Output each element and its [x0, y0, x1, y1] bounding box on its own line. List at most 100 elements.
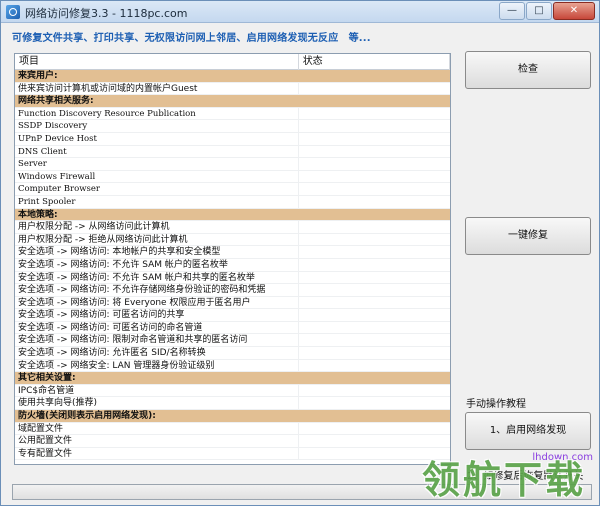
category-row[interactable]: 其它相关设置:	[15, 372, 450, 385]
item-status	[299, 297, 450, 309]
list-item[interactable]: 用户权限分配 -> 拒绝从网络访问此计算机	[15, 233, 450, 247]
list-item[interactable]: 使用共享向导(推荐)	[15, 397, 450, 411]
list-item[interactable]: 安全选项 -> 网络访问: 允许匿名 SID/名称转换	[15, 347, 450, 360]
check-button[interactable]: 检查	[465, 51, 591, 89]
item-label: 安全选项 -> 网络访问: 可匿名访问的命名管道	[15, 321, 299, 334]
one-click-repair-button[interactable]: 一键修复	[465, 217, 591, 255]
manual-tutorial-label: 手动操作教程	[466, 399, 526, 410]
item-status	[299, 435, 450, 447]
item-status	[299, 108, 450, 120]
minimize-icon[interactable]: —	[499, 2, 525, 20]
item-label: Windows Firewall	[15, 170, 299, 183]
app-window: 网络访问修复3.3 - 1118pc.com — □ ✕ 可修复文件共享、打印共…	[0, 0, 600, 506]
item-label: IPC$命名管道	[15, 384, 299, 397]
item-label: 安全选项 -> 网络访问: 不允许 SAM 帐户和共享的匿名枚举	[15, 271, 299, 284]
item-label: DNS Client	[15, 145, 299, 158]
list-item[interactable]: 安全选项 -> 网络访问: 不允许存储网络身份验证的密码和凭据	[15, 284, 450, 297]
item-status	[299, 133, 450, 145]
item-label: 安全选项 -> 网络访问: 允许匿名 SID/名称转换	[15, 347, 299, 359]
enable-network-discovery-button[interactable]: 1、启用网络发现	[465, 412, 591, 450]
list-item[interactable]: 专有配置文件	[15, 447, 450, 461]
category-row[interactable]: 网络共享相关服务:	[15, 95, 450, 108]
item-label: 供来宾访问计算机或访问域的内置帐户Guest	[15, 82, 299, 95]
item-label: Print Spooler	[15, 195, 299, 208]
item-status	[299, 259, 450, 271]
item-label: 安全选项 -> 网络访问: 不允许存储网络身份验证的密码和凭据	[15, 284, 299, 296]
list-item[interactable]: SSDP Discovery	[15, 120, 450, 133]
item-label: 安全选项 -> 网络安全: LAN 管理器身份验证级别	[15, 359, 299, 372]
category-row[interactable]: 本地策略:	[15, 208, 450, 222]
item-label: 用户权限分配 -> 从网络访问此计算机	[15, 221, 299, 233]
list-item[interactable]: 安全选项 -> 网络访问: 不允许 SAM 帐户和共享的匿名枚举	[15, 271, 450, 285]
list-item[interactable]: Server	[15, 158, 450, 171]
item-status	[299, 347, 450, 359]
app-network-icon	[6, 5, 20, 19]
item-status	[299, 385, 450, 397]
list-item[interactable]: 安全选项 -> 网络访问: 限制对命名管道和共享的匿名访问	[15, 334, 450, 348]
item-status	[299, 95, 450, 107]
list-item[interactable]: 安全选项 -> 网络访问: 本地帐户的共享和安全模型	[15, 246, 450, 259]
item-status	[299, 284, 450, 296]
list-item[interactable]: 用户权限分配 -> 从网络访问此计算机	[15, 221, 450, 234]
item-label: 来宾用户:	[15, 70, 299, 82]
list-item[interactable]: DNS Client	[15, 145, 450, 159]
list-item[interactable]: Computer Browser	[15, 183, 450, 196]
item-label: 防火墙(关闭则表示启用网络发现):	[15, 410, 299, 422]
item-status	[299, 397, 450, 409]
list-item[interactable]: IPC$命名管道	[15, 384, 450, 398]
list-item[interactable]: 供来宾访问计算机或访问域的内置帐户Guest	[15, 82, 450, 96]
item-label: 安全选项 -> 网络访问: 不允许 SAM 帐户的匿名枚举	[15, 258, 299, 271]
list-item[interactable]: 公用配置文件	[15, 435, 450, 448]
item-label: 安全选项 -> 网络访问: 将 Everyone 权限应用于匿名用户	[15, 296, 299, 309]
category-row[interactable]: 防火墙(关闭则表示启用网络发现):	[15, 410, 450, 423]
list-item[interactable]: 安全选项 -> 网络访问: 可匿名访问的共享	[15, 309, 450, 322]
item-label: Server	[15, 158, 299, 170]
feature-description: 可修复文件共享、打印共享、无权限访问网上邻居、启用网络发现无反应 等...	[12, 33, 371, 44]
list-item[interactable]: UPnP Device Host	[15, 132, 450, 146]
item-status	[299, 120, 450, 132]
item-label: 域配置文件	[15, 422, 299, 435]
item-label: 安全选项 -> 网络访问: 可匿名访问的共享	[15, 309, 299, 321]
item-status	[299, 272, 450, 284]
list-item[interactable]: Print Spooler	[15, 195, 450, 209]
close-icon[interactable]: ✕	[553, 2, 595, 20]
list-item[interactable]: 域配置文件	[15, 422, 450, 436]
list-item[interactable]: Windows Firewall	[15, 170, 450, 184]
item-label: 使用共享向导(推荐)	[15, 397, 299, 410]
item-status	[299, 334, 450, 346]
item-label: 用户权限分配 -> 拒绝从网络访问此计算机	[15, 233, 299, 246]
column-header-status[interactable]: 状态	[299, 54, 450, 70]
category-row[interactable]: 来宾用户:	[15, 70, 450, 83]
item-label: SSDP Discovery	[15, 120, 299, 132]
item-status	[299, 171, 450, 183]
item-status	[299, 423, 450, 435]
item-label: UPnP Device Host	[15, 132, 299, 145]
item-status	[299, 234, 450, 246]
item-status	[299, 410, 450, 422]
check-item-list[interactable]: 项目 状态 来宾用户: 供来宾访问计算机或访问域的内置帐户Guest 网络共享相关服…	[14, 53, 451, 465]
item-label: 其它相关设置:	[15, 372, 299, 384]
list-item[interactable]: 安全选项 -> 网络访问: 将 Everyone 权限应用于匿名用户	[15, 296, 450, 310]
item-status	[299, 196, 450, 208]
item-status	[299, 309, 450, 321]
maximize-icon[interactable]: □	[526, 2, 552, 20]
title-bar[interactable]: 网络访问修复3.3 - 1118pc.com — □ ✕	[1, 1, 599, 23]
window-title: 网络访问修复3.3 - 1118pc.com	[25, 7, 188, 20]
item-label: 网络共享相关服务:	[15, 95, 299, 107]
item-status	[299, 158, 450, 170]
item-label: Computer Browser	[15, 183, 299, 195]
list-item[interactable]: Function Discovery Resource Publication	[15, 107, 450, 121]
item-status	[299, 70, 450, 82]
list-item[interactable]: 安全选项 -> 网络安全: LAN 管理器身份验证级别	[15, 359, 450, 373]
list-item[interactable]: 安全选项 -> 网络访问: 可匿名访问的命名管道	[15, 321, 450, 335]
list-item[interactable]: 安全选项 -> 网络访问: 不允许 SAM 帐户的匿名枚举	[15, 258, 450, 272]
item-status	[299, 146, 450, 158]
item-label: 安全选项 -> 网络访问: 限制对命名管道和共享的匿名访问	[15, 334, 299, 347]
item-status	[299, 221, 450, 233]
column-header-item[interactable]: 项目	[15, 54, 299, 70]
item-status	[299, 183, 450, 195]
item-label: 安全选项 -> 网络访问: 本地帐户的共享和安全模型	[15, 246, 299, 258]
watermark-brand-logo: 领航下载	[422, 458, 587, 502]
list-body: 来宾用户: 供来宾访问计算机或访问域的内置帐户Guest 网络共享相关服务: Func…	[15, 70, 450, 461]
item-label: 公用配置文件	[15, 435, 299, 447]
